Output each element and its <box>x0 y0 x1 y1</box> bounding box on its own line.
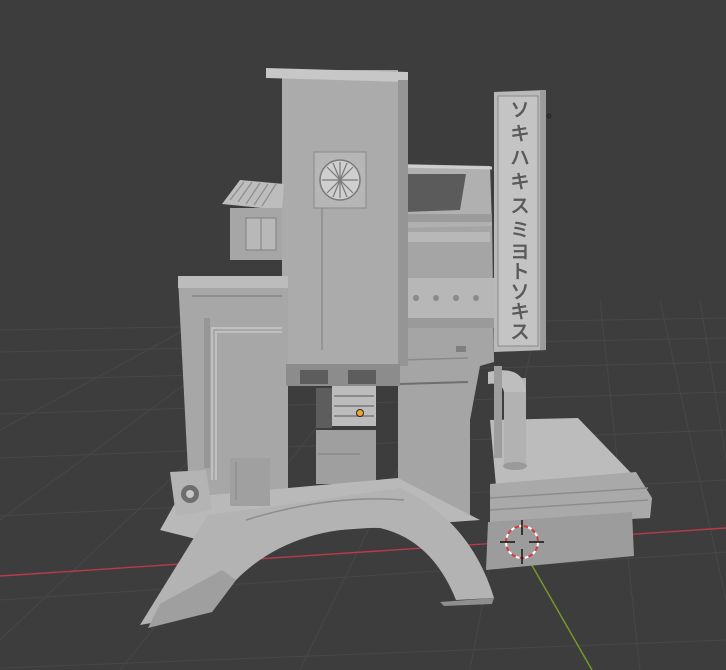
sign-char: ヨ <box>510 241 529 263</box>
3d-viewport[interactable]: ソ キ ハ キ ス ミ ヨ ヨ ヨ ヨ ト ヨ ト ソ キ ス <box>0 0 726 670</box>
sign-char: キ <box>510 301 529 323</box>
sign-char: ト <box>510 261 529 283</box>
sign-char: ソ <box>510 281 529 303</box>
sign-glyphs-lower: ヨ ト ソ キ ス <box>510 241 529 343</box>
sign-char: ス <box>510 321 529 343</box>
